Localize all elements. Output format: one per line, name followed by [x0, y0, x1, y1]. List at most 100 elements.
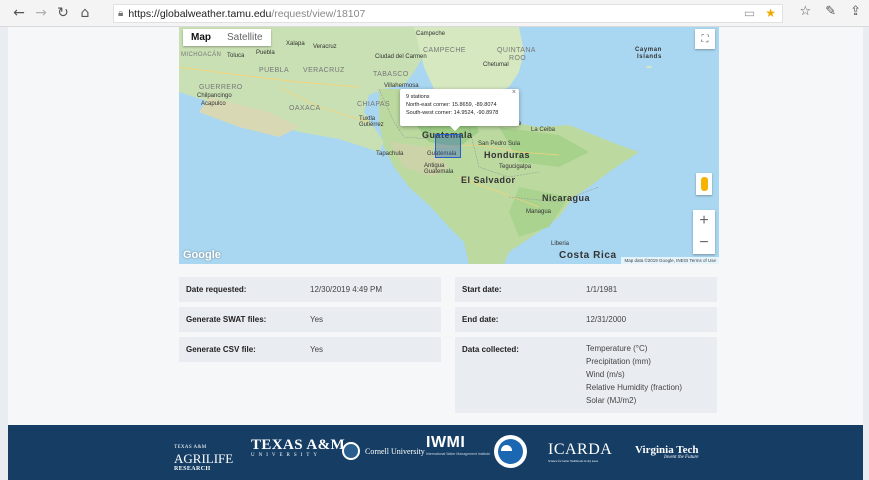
detail-row: Generate CSV file: Yes	[179, 337, 441, 362]
map-label: QUINTANA	[497, 47, 536, 54]
home-icon[interactable]: ⌂	[74, 2, 96, 24]
noaa-bird-icon	[501, 445, 512, 451]
map-label: Acapulco	[201, 101, 226, 107]
detail-value: 12/30/2019 4:49 PM	[310, 285, 383, 294]
iwmi-text: IWMI	[426, 434, 466, 451]
icarda-text: ICARDA	[548, 441, 613, 458]
noaa-logo[interactable]	[494, 435, 527, 468]
refresh-icon[interactable]: ↻	[52, 2, 74, 24]
pegman-icon[interactable]	[696, 173, 712, 195]
cornell-text: Cornell University	[365, 446, 425, 456]
map-label: CHIAPAS	[357, 101, 391, 108]
browser-toolbar: ← → ↻ ⌂ 🔒︎ https://globalweather.tamu.ed…	[0, 0, 869, 27]
detail-row: Generate SWAT files: Yes	[179, 307, 441, 332]
detail-value: Yes	[310, 315, 324, 324]
detail-label: Date requested:	[186, 285, 247, 294]
detail-row: End date: 12/31/2000	[455, 307, 717, 332]
map-label: Veracruz	[313, 44, 337, 50]
map-label: GUERRERO	[199, 84, 243, 91]
cornell-logo[interactable]: Cornell University	[342, 442, 425, 460]
map-label: OAXACA	[289, 105, 321, 112]
map-label: Chilpancingo	[197, 93, 232, 99]
detail-label: Data collected:	[462, 345, 519, 354]
map[interactable]: Map Satellite ⛶ MICHOACÁN Toluca Puebla …	[179, 27, 719, 264]
map-label: TABASCO	[373, 71, 409, 78]
cornell-seal-icon	[342, 442, 360, 460]
list-item: Solar (MJ/m2)	[586, 396, 637, 405]
pen-icon[interactable]: ✎	[825, 4, 836, 19]
zoom-in-button[interactable]: +	[699, 213, 708, 229]
noaa-emblem-icon	[498, 439, 523, 464]
map-tab[interactable]: Map	[183, 29, 219, 46]
detail-label: Generate SWAT files:	[186, 315, 267, 324]
detail-row: Start date: 1/1/1981	[455, 277, 717, 302]
zoom-out-button[interactable]: −	[699, 235, 708, 251]
map-label: Cayman	[635, 47, 662, 53]
map-label: Toluca	[227, 53, 245, 59]
map-label: Xalapa	[286, 41, 305, 47]
address-bar[interactable]: 🔒︎ https://globalweather.tamu.edu/reques…	[113, 4, 783, 23]
map-label: Islands	[637, 54, 662, 60]
page: Map Satellite ⛶ MICHOACÁN Toluca Puebla …	[0, 27, 869, 480]
map-label: Liberia	[551, 241, 570, 247]
map-label: Honduras	[484, 150, 531, 160]
google-logo: Google	[183, 249, 221, 261]
url-host: https://globalweather.tamu.edu	[128, 7, 272, 20]
details-left-column: Date requested: 12/30/2019 4:49 PM Gener…	[179, 277, 441, 367]
data-collected-list: Temperature (°C) Precipitation (mm) Wind…	[586, 337, 682, 413]
back-arrow-icon[interactable]: ←	[8, 2, 30, 24]
virginia-tech-logo[interactable]: Virginia Tech Invent the Future	[635, 444, 698, 460]
zoom-control: + −	[693, 210, 715, 254]
map-label: Campeche	[416, 31, 446, 37]
detail-label: Start date:	[462, 285, 502, 294]
icarda-logo[interactable]: ICARDA Science for better livelihoods in…	[548, 441, 612, 463]
map-info-window: × 9 stations North-east corner: 15.8659,…	[400, 89, 519, 131]
info-ne-corner: North-east corner: 15.8659, -89.8074	[406, 102, 497, 108]
detail-value: Yes	[310, 345, 324, 354]
url-path: /request/view/18107	[271, 7, 366, 20]
favorites-icon[interactable]: ☆	[800, 4, 812, 19]
tamu-logo[interactable]: TEXAS A&M UNIVERSITY	[251, 437, 345, 458]
map-label: Puebla	[256, 50, 275, 56]
lock-icon: 🔒︎	[118, 8, 124, 19]
map-type-control: Map Satellite	[183, 29, 271, 46]
station-bounding-box[interactable]	[435, 134, 461, 158]
map-label: La Ceiba	[531, 127, 556, 133]
list-item: Relative Humidity (fraction)	[586, 383, 683, 392]
info-title: 9 stations	[406, 94, 430, 100]
footer: TEXAS A&M AGRILIFE RESEARCH TEXAS A&M UN…	[8, 425, 863, 480]
map-label: Tuxtla Gutiérrez	[359, 116, 384, 128]
map-label: Tegucigalpa	[499, 164, 532, 170]
map-label: Ciudad del Carmen	[375, 54, 427, 60]
info-sw-corner: South-west corner: 14.9524, -90.8978	[406, 110, 499, 116]
map-label: El Salvador	[461, 175, 516, 185]
fullscreen-icon[interactable]: ⛶	[695, 29, 715, 49]
icarda-sub-text: Science for better livelihoods in dry ar…	[548, 459, 598, 463]
map-label: Antigua Guatemala	[424, 163, 454, 175]
favorite-star-icon[interactable]: ★	[765, 6, 776, 20]
agrilife-logo[interactable]: TEXAS A&M AGRILIFE RESEARCH	[174, 442, 233, 475]
map-attribution[interactable]: Map data ©2019 Google, INEGI Terms of Us…	[621, 257, 719, 264]
map-label: CAMPECHE	[423, 47, 466, 54]
detail-row: Date requested: 12/30/2019 4:49 PM	[179, 277, 441, 302]
map-label: MICHOACÁN	[181, 52, 222, 58]
map-label: Nicaragua	[542, 193, 591, 203]
close-icon[interactable]: ×	[512, 89, 516, 97]
detail-value: 12/31/2000	[586, 315, 627, 324]
tamu-main-text: TEXAS A&M	[251, 437, 346, 453]
map-label: San Pedro Sula	[478, 141, 521, 147]
iwmi-logo[interactable]: IWMI International Water Management Inst…	[426, 434, 491, 456]
list-item: Temperature (°C)	[586, 344, 648, 353]
reading-view-icon[interactable]: ▭	[744, 6, 755, 20]
forward-arrow-icon[interactable]: →	[30, 2, 52, 24]
detail-row: Data collected: Temperature (°C) Precipi…	[455, 337, 717, 413]
detail-label: Generate CSV file:	[186, 345, 256, 354]
iwmi-sub-text: International Water Management Institute	[426, 452, 491, 456]
list-item: Wind (m/s)	[586, 370, 625, 379]
map-label: Tapachula	[376, 151, 404, 157]
map-label: PUEBLA	[259, 67, 290, 74]
detail-value: 1/1/1981	[586, 285, 618, 294]
map-label: Chetumal	[483, 62, 509, 68]
satellite-tab[interactable]: Satellite	[219, 29, 271, 46]
share-icon[interactable]: ⇪	[850, 4, 861, 19]
